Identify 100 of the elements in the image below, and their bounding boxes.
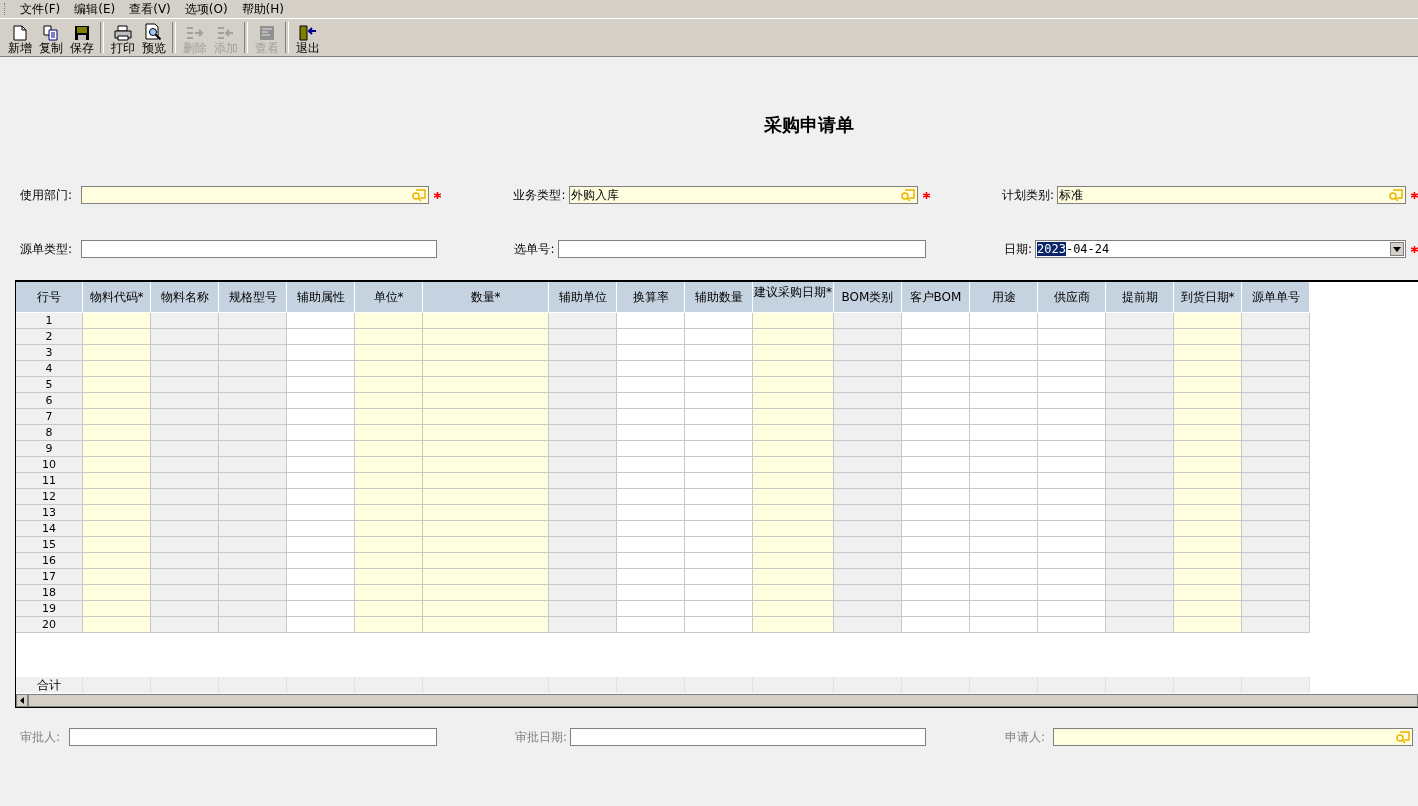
table-cell: 16 — [16, 553, 83, 569]
toolbar-button[interactable]: 复制 — [35, 19, 66, 56]
table-cell — [970, 677, 1038, 693]
search-icon — [899, 189, 915, 202]
column-header[interactable]: 单位* — [355, 282, 423, 313]
printer-icon — [113, 25, 132, 41]
table-cell: 10 — [16, 457, 83, 473]
table-cell: 8 — [16, 425, 83, 441]
table-cell — [83, 677, 151, 693]
column-header[interactable]: 到货日期* — [1174, 282, 1242, 313]
column-header[interactable]: 供应商 — [1038, 282, 1106, 313]
table-cell — [902, 677, 970, 693]
table-cell — [549, 677, 617, 693]
form-title: 采购申请单 — [763, 113, 855, 137]
dropdown-button[interactable] — [1390, 242, 1404, 256]
table-cell: 合计 — [16, 677, 83, 693]
table-cell: 19 — [16, 601, 83, 617]
table-cell: 17 — [16, 569, 83, 585]
input-field[interactable]: 标准 — [1057, 186, 1406, 204]
table-cell — [151, 677, 219, 693]
column-header[interactable]: 客户BOM — [902, 282, 970, 313]
toolbar-button[interactable]: 保存 — [66, 19, 97, 56]
input-field[interactable]: 外购入库 — [568, 186, 918, 204]
column-header[interactable]: 行号 — [16, 282, 83, 313]
menu-item[interactable]: 选项(O) — [177, 1, 235, 17]
table-cell — [219, 677, 287, 693]
door-arrow-icon — [298, 25, 317, 41]
field-label: 审批人: — [19, 728, 62, 746]
field-label: 业务类型: — [512, 186, 567, 204]
add-rows-icon — [216, 25, 235, 41]
column-header[interactable]: 物料代码* — [83, 282, 151, 313]
form-window-icon — [258, 25, 275, 41]
table-cell: 2 — [16, 329, 83, 345]
input-field[interactable]: 2023-04-24 — [1035, 240, 1406, 258]
input-field[interactable] — [1053, 728, 1413, 746]
search-icon — [1388, 189, 1403, 202]
search-icon — [411, 189, 426, 202]
table-cell: 7 — [16, 409, 83, 425]
field-label: 日期: — [1002, 240, 1033, 258]
column-header[interactable]: 辅助单位 — [549, 282, 617, 313]
toolbar-button[interactable]: 打印 — [107, 19, 138, 56]
table-cell: 1 — [16, 313, 83, 329]
table-cell — [1174, 677, 1242, 693]
column-header[interactable]: 用途 — [970, 282, 1038, 313]
table-cell: 14 — [16, 521, 83, 537]
table-cell: 18 — [16, 585, 83, 601]
column-header[interactable]: 辅助属性 — [287, 282, 355, 313]
column-header[interactable]: 换算率 — [617, 282, 685, 313]
field-label: 申请人: — [1004, 728, 1047, 746]
toolbar-button[interactable]: 预览 — [138, 19, 169, 56]
table-cell — [685, 677, 753, 693]
table-cell: 5 — [16, 377, 83, 393]
copy-icon — [42, 25, 59, 41]
table-cell — [355, 677, 423, 693]
caret-icon — [1393, 246, 1401, 252]
document-magnifier-icon — [144, 23, 163, 41]
input-field[interactable] — [81, 240, 437, 258]
search-icon — [1395, 731, 1410, 744]
table-cell: 9 — [16, 441, 83, 457]
field-label: 使用部门: — [19, 186, 74, 204]
column-header[interactable]: 辅助数量 — [685, 282, 753, 313]
input-field[interactable] — [570, 728, 927, 746]
column-header[interactable]: 建议采购日期* — [753, 282, 834, 313]
input-field[interactable] — [69, 728, 437, 746]
table-cell: 13 — [16, 505, 83, 521]
menu-item[interactable]: 文件(F) — [13, 1, 68, 17]
column-header[interactable]: 提前期 — [1106, 282, 1174, 313]
required-asterisk-icon — [922, 191, 930, 199]
table-cell: 20 — [16, 617, 83, 633]
required-asterisk-icon — [1411, 191, 1418, 199]
toolbar-button[interactable]: 新增 — [4, 19, 35, 56]
field-label: 源单类型: — [19, 240, 74, 258]
column-header[interactable]: 数量* — [423, 282, 549, 313]
table-cell — [834, 677, 902, 693]
column-header[interactable]: 源单单号 — [1242, 282, 1310, 313]
table-cell — [1038, 677, 1106, 693]
table-cell: 3 — [16, 345, 83, 361]
table-cell: 4 — [16, 361, 83, 377]
table-cell — [617, 677, 685, 693]
table-cell: 15 — [16, 537, 83, 553]
left-arrow-icon[interactable] — [20, 697, 24, 704]
horizontal-scrollbar[interactable] — [16, 693, 1418, 707]
table-cell: 6 — [16, 393, 83, 409]
menu-item[interactable]: 帮助(H) — [234, 1, 291, 17]
delete-rows-icon — [185, 25, 204, 41]
input-field[interactable] — [81, 186, 429, 204]
column-header[interactable]: 规格型号 — [219, 282, 287, 313]
menu-item[interactable]: 编辑(E) — [67, 1, 123, 17]
table-cell: 12 — [16, 489, 83, 505]
table-cell: 11 — [16, 473, 83, 489]
column-header[interactable]: 物料名称 — [151, 282, 219, 313]
field-label: 计划类别: — [1000, 186, 1055, 204]
blank-page-icon — [12, 25, 27, 41]
required-asterisk-icon — [1411, 245, 1418, 253]
input-field[interactable] — [557, 240, 926, 258]
exit-button[interactable]: 退出 — [292, 19, 323, 56]
required-asterisk-icon — [434, 191, 441, 199]
menu-item[interactable]: 查看(V) — [122, 1, 178, 17]
column-header[interactable]: BOM类别 — [834, 282, 902, 313]
table-cell — [287, 677, 355, 693]
